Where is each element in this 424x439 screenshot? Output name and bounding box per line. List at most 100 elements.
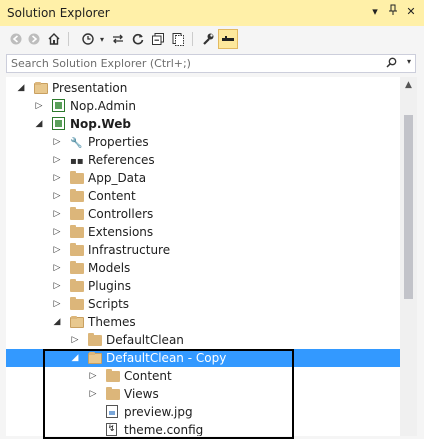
tree-item[interactable]: ▷ ▪▪ References xyxy=(6,151,400,169)
references-icon: ▪▪ xyxy=(70,153,84,167)
forward-button[interactable] xyxy=(24,29,44,49)
refresh-icon xyxy=(132,33,144,45)
tree-item-label: Infrastructure xyxy=(88,243,171,257)
preview-selected-items-button[interactable] xyxy=(218,29,238,49)
tree-item[interactable]: ▷ App_Data xyxy=(6,169,400,187)
references-icon-glyph: ▪▪ xyxy=(70,156,84,167)
tree-item[interactable]: ◢ DefaultClean - Copy xyxy=(6,349,400,367)
tree-item[interactable]: ▷ Plugins xyxy=(6,277,400,295)
refresh-button[interactable] xyxy=(128,29,148,49)
tree-item-label: Content xyxy=(88,189,136,203)
expanded-arrow-icon[interactable]: ◢ xyxy=(16,82,26,94)
expanded-arrow-icon[interactable]: ◢ xyxy=(70,352,80,364)
tree-item[interactable]: ▷ Content xyxy=(6,187,400,205)
chevron-down-icon[interactable]: ▾ xyxy=(97,29,107,49)
folder-icon-glyph xyxy=(70,279,84,292)
tree-item[interactable]: ◢ Presentation xyxy=(6,79,400,97)
expanded-arrow-icon[interactable]: ◢ xyxy=(52,316,62,328)
search-icon[interactable] xyxy=(386,57,397,71)
tree-item[interactable]: ▷ DefaultClean xyxy=(6,331,400,349)
folder-icon xyxy=(70,297,84,311)
collapsed-arrow-icon[interactable]: ▷ xyxy=(52,136,62,148)
collapsed-arrow-icon[interactable]: ▷ xyxy=(88,388,98,400)
folder-icon-glyph xyxy=(70,243,84,256)
tree-item-label: preview.jpg xyxy=(124,405,193,419)
folder-open-icon xyxy=(88,351,102,365)
collapsed-arrow-icon[interactable]: ▷ xyxy=(52,244,62,256)
image-file-icon xyxy=(106,405,120,419)
tree-item[interactable]: ◢ Themes xyxy=(6,313,400,331)
tree-item-label: Views xyxy=(124,387,159,401)
collapse-all-button[interactable] xyxy=(148,29,168,49)
vertical-scrollbar[interactable]: ▲ xyxy=(400,77,417,436)
folder-icon-glyph xyxy=(106,387,120,400)
auto-hide-pin-icon[interactable] xyxy=(386,4,400,20)
close-icon[interactable]: ✕ xyxy=(404,4,418,20)
back-icon xyxy=(10,33,22,45)
collapsed-arrow-icon[interactable]: ▷ xyxy=(70,334,80,346)
config-file-icon: ↯ xyxy=(106,423,120,436)
folder-icon xyxy=(88,333,102,347)
collapsed-arrow-icon[interactable]: ▷ xyxy=(52,154,62,166)
folder-icon xyxy=(70,207,84,221)
tree-item-label: Properties xyxy=(88,135,149,149)
tree-item[interactable]: ▷ Nop.Admin xyxy=(6,97,400,115)
project-icon-glyph xyxy=(52,117,65,130)
tree-item[interactable]: preview.jpg xyxy=(6,403,400,421)
folder-open-icon xyxy=(70,315,84,329)
tree-item-label: Controllers xyxy=(88,207,154,221)
image-file-icon-glyph xyxy=(106,405,118,418)
window-position-dropdown-icon[interactable]: ▾ xyxy=(368,4,382,20)
tree-item[interactable]: ▷ 🔧 Properties xyxy=(6,133,400,151)
folder-icon xyxy=(70,279,84,293)
title-bar: Solution Explorer ▾ ✕ xyxy=(0,0,424,27)
folder-icon xyxy=(70,243,84,257)
sync-icon xyxy=(113,34,123,44)
tree-item[interactable]: ↯ theme.config xyxy=(6,421,400,436)
window-title: Solution Explorer xyxy=(7,6,110,20)
search-input[interactable]: Search Solution Explorer (Ctrl+;) ▾ xyxy=(6,54,416,73)
tree-item[interactable]: ▷ Extensions xyxy=(6,223,400,241)
folder-icon-glyph xyxy=(88,333,102,346)
forward-icon xyxy=(28,33,40,45)
preview-icon xyxy=(222,36,234,41)
show-all-files-icon xyxy=(172,33,184,46)
collapsed-arrow-icon[interactable]: ▷ xyxy=(52,208,62,220)
project-icon-glyph xyxy=(52,99,65,112)
search-placeholder: Search Solution Explorer (Ctrl+;) xyxy=(11,57,191,70)
folder-open-icon xyxy=(34,81,48,95)
folder-icon xyxy=(70,171,84,185)
collapsed-arrow-icon[interactable]: ▷ xyxy=(88,370,98,382)
show-all-files-button[interactable] xyxy=(168,29,188,49)
sync-with-active-document-button[interactable] xyxy=(108,29,128,49)
collapsed-arrow-icon[interactable]: ▷ xyxy=(52,226,62,238)
search-options-chevron-down-icon[interactable]: ▾ xyxy=(407,57,411,66)
tree-item-label: Plugins xyxy=(88,279,131,293)
tree-item[interactable]: ▷ Models xyxy=(6,259,400,277)
tree-item[interactable]: ▷ Scripts xyxy=(6,295,400,313)
tree-item[interactable]: ▷ Infrastructure xyxy=(6,241,400,259)
pending-changes-filter-button[interactable] xyxy=(78,29,98,49)
tree-item[interactable]: ▷ Views xyxy=(6,385,400,403)
collapsed-arrow-icon[interactable]: ▷ xyxy=(52,190,62,202)
collapsed-arrow-icon[interactable]: ▷ xyxy=(34,100,44,112)
back-button[interactable] xyxy=(6,29,26,49)
folder-icon xyxy=(70,189,84,203)
home-button[interactable] xyxy=(44,29,64,49)
collapsed-arrow-icon[interactable]: ▷ xyxy=(52,262,62,274)
project-icon xyxy=(52,99,66,113)
toolbar-separator xyxy=(192,32,193,46)
scroll-thumb[interactable] xyxy=(404,115,413,299)
expanded-arrow-icon[interactable]: ◢ xyxy=(34,118,44,130)
project-icon xyxy=(52,117,66,131)
tree-item[interactable]: ▷ Controllers xyxy=(6,205,400,223)
tree-item[interactable]: ◢ Nop.Web xyxy=(6,115,400,133)
scroll-up-icon[interactable]: ▲ xyxy=(400,77,417,94)
tree-item[interactable]: ▷ Content xyxy=(6,367,400,385)
tree-item-label: Extensions xyxy=(88,225,154,239)
collapsed-arrow-icon[interactable]: ▷ xyxy=(52,280,62,292)
collapsed-arrow-icon[interactable]: ▷ xyxy=(52,298,62,310)
properties-button[interactable] xyxy=(198,29,218,49)
tree-item-label: Themes xyxy=(88,315,136,329)
collapsed-arrow-icon[interactable]: ▷ xyxy=(52,172,62,184)
